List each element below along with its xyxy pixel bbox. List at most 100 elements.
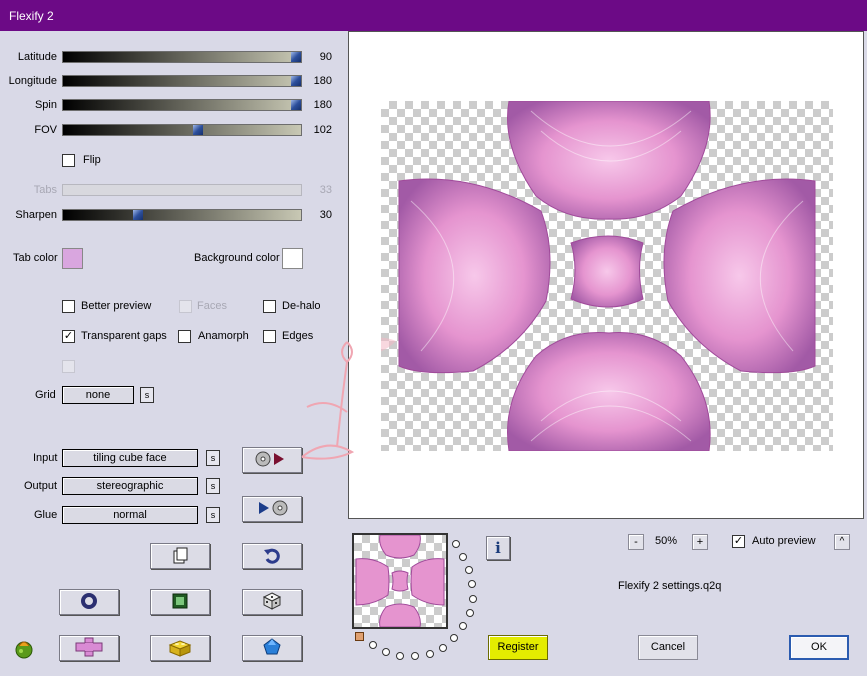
zoom-dial-dot[interactable] (426, 650, 434, 658)
ring-icon (80, 592, 98, 613)
sharpen-slider-thumb[interactable] (133, 210, 143, 220)
fov-slider[interactable] (62, 124, 302, 136)
zoom-out-button[interactable]: - (628, 534, 644, 550)
title-bar: Flexify 2 (0, 0, 867, 31)
background-color-label: Background color (194, 252, 280, 264)
save-preset-icon (252, 499, 292, 520)
ok-button[interactable]: OK (789, 635, 849, 660)
square-button[interactable] (150, 589, 210, 615)
zoom-dial-dot[interactable] (452, 540, 460, 548)
anamorph-label: Anamorph (198, 330, 249, 342)
collapse-button[interactable]: ^ (834, 534, 850, 550)
zoom-dial-dot[interactable] (411, 652, 419, 660)
transparent-gaps-checkbox[interactable]: ✓ (62, 330, 75, 343)
zoom-dial-dot[interactable] (396, 652, 404, 660)
document-icon (171, 546, 189, 567)
watermark-logo (297, 337, 367, 467)
longitude-label: Longitude (8, 75, 57, 87)
app-logo-icon (12, 636, 36, 663)
zoom-dial-dot[interactable] (439, 644, 447, 652)
zoom-dial-dot[interactable] (382, 648, 390, 656)
dice-icon (262, 591, 282, 614)
longitude-slider[interactable] (62, 75, 302, 87)
fov-slider-thumb[interactable] (193, 125, 203, 135)
zoom-dial[interactable] (352, 533, 492, 663)
edges-checkbox[interactable] (263, 330, 276, 343)
zoom-dial-dot[interactable] (459, 553, 467, 561)
zoom-dial-dot[interactable] (466, 609, 474, 617)
glue-s-button[interactable]: s (206, 507, 220, 523)
save-preset-button[interactable] (242, 496, 302, 522)
de-halo-label: De-halo (282, 300, 321, 312)
better-preview-label: Better preview (81, 300, 152, 312)
lego-brick-icon (168, 637, 192, 660)
sharpen-slider[interactable] (62, 209, 302, 221)
cross-icon (74, 637, 104, 660)
input-select[interactable]: tiling cube face (62, 449, 198, 467)
zoom-dial-dot[interactable] (450, 634, 458, 642)
main-preview[interactable] (301, 31, 864, 519)
extra-checkbox (62, 360, 75, 373)
tabs-value: 33 (319, 184, 332, 196)
random-button[interactable] (242, 589, 302, 615)
latitude-label: Latitude (17, 51, 57, 63)
fov-label: FOV (34, 124, 57, 136)
tab-color-swatch[interactable] (62, 248, 83, 269)
transparent-gaps-label: Transparent gaps (81, 330, 167, 342)
zoom-dial-start-marker[interactable] (355, 632, 364, 641)
flip-label: Flip (83, 154, 101, 166)
zoom-dial-dot[interactable] (469, 595, 477, 603)
de-halo-checkbox[interactable] (263, 300, 276, 313)
register-button[interactable]: Register (488, 635, 548, 660)
better-preview-checkbox[interactable] (62, 300, 75, 313)
square-icon (171, 592, 189, 613)
preview-image (381, 101, 833, 451)
faces-label: Faces (197, 300, 227, 312)
gem-button[interactable] (242, 635, 302, 661)
zoom-dial-dot[interactable] (468, 580, 476, 588)
tabs-slider (62, 184, 302, 196)
zoom-in-button[interactable]: + (692, 534, 708, 550)
output-select[interactable]: stereographic (62, 477, 198, 495)
settings-file-name: Flexify 2 settings.q2q (618, 580, 722, 592)
spin-slider[interactable] (62, 99, 302, 111)
zoom-dial-dot[interactable] (465, 566, 473, 574)
copy-button[interactable] (150, 543, 210, 569)
flip-checkbox[interactable] (62, 154, 75, 167)
faces-checkbox (179, 300, 192, 313)
grid-select[interactable]: none (62, 386, 134, 404)
background-color-swatch[interactable] (282, 248, 303, 269)
latitude-slider[interactable] (62, 51, 302, 63)
grid-s-button[interactable]: s (140, 387, 154, 403)
undo-icon (263, 546, 281, 567)
window-title: Flexify 2 (9, 9, 54, 23)
info-icon: i (495, 539, 501, 557)
undo-button[interactable] (242, 543, 302, 569)
sharpen-value: 30 (319, 209, 332, 221)
zoom-dial-dot[interactable] (369, 641, 377, 649)
spin-label: Spin (34, 99, 57, 111)
load-preset-icon (252, 450, 292, 471)
tab-color-label: Tab color (13, 252, 58, 264)
brick-button[interactable] (150, 635, 210, 661)
zoom-dial-dot[interactable] (459, 622, 467, 630)
spin-value: 180 (313, 99, 332, 111)
cross-button[interactable] (59, 635, 119, 661)
sharpen-label: Sharpen (15, 209, 57, 221)
zoom-level: 50% (655, 535, 678, 547)
gem-icon (262, 637, 282, 660)
anamorph-checkbox[interactable] (178, 330, 191, 343)
info-button[interactable]: i (486, 536, 510, 560)
glue-select[interactable]: normal (62, 506, 198, 524)
cancel-button[interactable]: Cancel (638, 635, 698, 660)
load-preset-button[interactable] (242, 447, 302, 473)
input-label: Input (33, 452, 58, 464)
ring-button[interactable] (59, 589, 119, 615)
input-s-button[interactable]: s (206, 450, 220, 466)
tabs-label: Tabs (33, 184, 57, 196)
glue-label: Glue (34, 509, 58, 521)
latitude-value: 90 (319, 51, 332, 63)
output-s-button[interactable]: s (206, 478, 220, 494)
longitude-value: 180 (313, 75, 332, 87)
auto-preview-checkbox[interactable]: ✓ (732, 535, 745, 548)
